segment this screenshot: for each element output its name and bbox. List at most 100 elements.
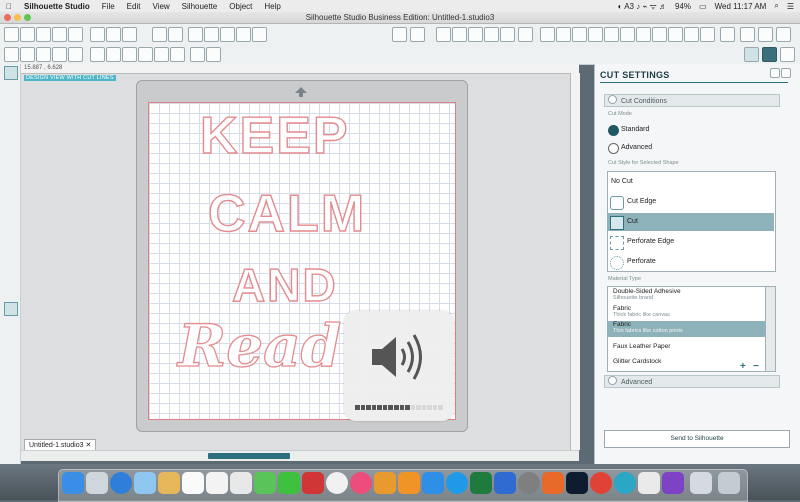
cut-settings-icon[interactable]: [762, 47, 777, 62]
brush-tool-icon[interactable]: [4, 276, 18, 290]
settings-icon[interactable]: [740, 27, 755, 42]
app-menu[interactable]: Silhouette Studio: [18, 2, 96, 11]
finder-icon[interactable]: [62, 472, 84, 494]
send-panel-icon[interactable]: [744, 47, 759, 62]
design-text-keep[interactable]: KEEP: [199, 109, 350, 162]
delete-icon[interactable]: [68, 47, 83, 62]
compound-path-icon[interactable]: [122, 47, 137, 62]
line-style-icon[interactable]: [392, 27, 407, 42]
ungroup-icon[interactable]: [106, 47, 121, 62]
maps-icon[interactable]: [254, 472, 276, 494]
zoom-out-icon[interactable]: [204, 27, 219, 42]
copy-icon[interactable]: [106, 27, 121, 42]
smooth-freehand-tool-icon[interactable]: [4, 198, 18, 212]
imovie-icon[interactable]: [662, 472, 684, 494]
store-icon[interactable]: [720, 27, 735, 42]
library-view-icon[interactable]: [4, 330, 18, 344]
close-tab-icon[interactable]: ✕: [85, 442, 91, 449]
menu-help[interactable]: Help: [258, 2, 286, 11]
launchpad-icon[interactable]: [86, 472, 108, 494]
open-folder-icon[interactable]: [20, 27, 35, 42]
menu-view[interactable]: View: [146, 2, 175, 11]
advanced-header[interactable]: Advanced: [604, 375, 780, 388]
status-icons[interactable]: ◐ A3 ♪ ⌁ ᯤ ♬: [618, 1, 667, 12]
transform-icon[interactable]: [556, 27, 571, 42]
fill-color-icon[interactable]: [410, 27, 425, 42]
radio-advanced[interactable]: [608, 143, 619, 154]
powerpoint-icon[interactable]: [542, 472, 564, 494]
redo-icon[interactable]: [168, 27, 183, 42]
curve-tool-icon[interactable]: [4, 170, 18, 184]
material-list-scrollbar[interactable]: [765, 286, 776, 372]
battery-icon[interactable]: ▭: [699, 2, 707, 11]
text-box-tool-icon[interactable]: [4, 244, 18, 258]
polygon-tool-icon[interactable]: [4, 156, 18, 170]
reminders-icon[interactable]: [230, 472, 252, 494]
release-compound-icon[interactable]: [138, 47, 153, 62]
modify-icon[interactable]: [572, 27, 587, 42]
cut-icon[interactable]: [90, 27, 105, 42]
text-tool-icon[interactable]: [4, 230, 18, 244]
send-to-silhouette-button[interactable]: Send to Silhouette: [604, 430, 790, 448]
notes-icon[interactable]: [206, 472, 228, 494]
calendar-icon[interactable]: [182, 472, 204, 494]
rectangle-tool-icon[interactable]: [4, 112, 18, 126]
silhouette-studio-icon[interactable]: [614, 472, 636, 494]
ibooks-icon[interactable]: [398, 472, 420, 494]
library-icon[interactable]: [36, 27, 51, 42]
bring-front-icon[interactable]: [154, 47, 169, 62]
downloads-stack-icon[interactable]: [690, 472, 712, 494]
panel-detach-icon[interactable]: [781, 68, 791, 78]
weld-icon[interactable]: [170, 47, 185, 62]
minimize-window-button[interactable]: [14, 14, 21, 21]
pan-hand-icon[interactable]: [236, 27, 251, 42]
zoom-in-icon[interactable]: [188, 27, 203, 42]
menu-file[interactable]: File: [96, 2, 121, 11]
battery-percent[interactable]: 94%: [675, 2, 691, 11]
eraser-tool-icon[interactable]: [4, 262, 18, 276]
offset-icon[interactable]: [452, 27, 467, 42]
panel-collapse-icon[interactable]: [770, 68, 780, 78]
menu-object[interactable]: Object: [223, 2, 258, 11]
select-all-icon[interactable]: [4, 47, 19, 62]
sketch-icon[interactable]: [668, 27, 683, 42]
grid-toggle-icon[interactable]: [4, 370, 18, 384]
material-item[interactable]: Double-Sided Adhesive Silhouette brand: [607, 288, 765, 304]
add-material-button[interactable]: +: [740, 361, 746, 372]
paste-icon[interactable]: [122, 27, 137, 42]
media-view-icon[interactable]: [4, 316, 18, 330]
cut-style-no-cut[interactable]: No Cut: [607, 173, 774, 191]
chrome-icon[interactable]: [590, 472, 612, 494]
group-icon[interactable]: [90, 47, 105, 62]
knife-tool-icon[interactable]: [4, 216, 18, 230]
excel-icon[interactable]: [470, 472, 492, 494]
numbers-icon[interactable]: [374, 472, 396, 494]
mail-icon[interactable]: [134, 472, 156, 494]
design-text-calm[interactable]: CALM: [207, 187, 366, 240]
user-icon[interactable]: [776, 27, 791, 42]
app-store-icon[interactable]: [446, 472, 468, 494]
itunes-icon[interactable]: [350, 472, 372, 494]
safari-icon[interactable]: [110, 472, 132, 494]
layers-icon[interactable]: [518, 27, 533, 42]
fit-page-icon[interactable]: [252, 27, 267, 42]
rhinestone-icon[interactable]: [652, 27, 667, 42]
close-window-button[interactable]: [4, 14, 11, 21]
scrollbar-thumb[interactable]: [208, 453, 290, 459]
duplicate-icon[interactable]: [52, 47, 67, 62]
print-icon[interactable]: [68, 27, 83, 42]
select-tool-icon[interactable]: [4, 66, 18, 80]
remove-material-button[interactable]: −: [753, 361, 759, 372]
photos-icon[interactable]: [326, 472, 348, 494]
list-icon[interactable]: ☰: [787, 2, 794, 11]
zoom-select-icon[interactable]: [220, 27, 235, 42]
trash-icon[interactable]: [718, 472, 740, 494]
gradient-fill-icon[interactable]: [484, 27, 499, 42]
contacts-icon[interactable]: [158, 472, 180, 494]
pentagon-shape-icon[interactable]: [436, 27, 451, 42]
radio-standard[interactable]: [608, 125, 619, 136]
design-text-and[interactable]: AND: [231, 261, 338, 308]
word-icon[interactable]: [494, 472, 516, 494]
deselect-icon[interactable]: [20, 47, 35, 62]
line-tool-icon[interactable]: [4, 96, 18, 110]
